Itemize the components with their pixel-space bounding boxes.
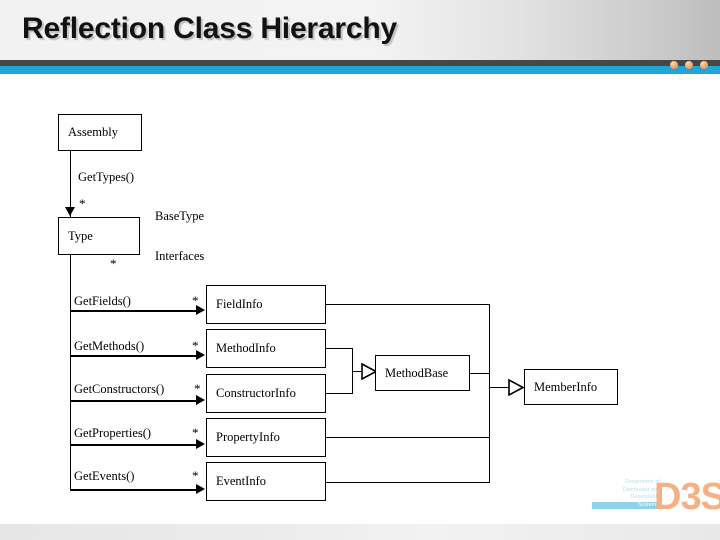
edge-getconstructors-line xyxy=(70,400,199,402)
class-node-methodinfo[interactable]: MethodInfo xyxy=(206,329,326,368)
multiplicity-type: * xyxy=(79,196,86,211)
multiplicity-methodinfo: * xyxy=(192,338,199,353)
d3s-logo: Department of Distributed and Dependable… xyxy=(592,476,720,521)
edge-label-getevents: GetEvents() xyxy=(74,469,135,483)
class-node-label: Type xyxy=(68,228,93,243)
class-node-label: PropertyInfo xyxy=(216,430,280,444)
slide: Reflection Class Hierarchy GetTypes() * … xyxy=(0,0,720,540)
class-node-label: MethodInfo xyxy=(216,341,276,355)
class-node-eventinfo[interactable]: EventInfo xyxy=(206,462,326,501)
edge-label-basetype: BaseType xyxy=(155,209,205,223)
gen-eventinfo-line xyxy=(326,482,490,483)
gen-fieldinfo-line xyxy=(326,304,490,305)
class-node-assembly[interactable]: Assembly xyxy=(58,114,142,151)
class-node-type[interactable]: Type xyxy=(58,217,140,255)
d3s-logo-mark: D3S xyxy=(654,476,720,518)
multiplicity-propertyinfo: * xyxy=(192,425,199,440)
class-node-label: MethodBase xyxy=(385,365,449,380)
class-node-label: FieldInfo xyxy=(216,297,263,311)
gen-memberinfo-lead-line xyxy=(489,387,510,388)
multiplicity-fieldinfo: * xyxy=(192,293,199,308)
edge-label-getmethods: GetMethods() xyxy=(74,339,145,353)
multiplicity-type-out: * xyxy=(110,256,117,271)
edge-getevents-arrowhead-icon xyxy=(196,484,205,494)
multiplicity-eventinfo: * xyxy=(192,468,199,483)
gen-methodinfo-stub-line xyxy=(326,348,353,349)
gen-constructorinfo-stub-line xyxy=(326,393,353,394)
class-node-constructorinfo[interactable]: ConstructorInfo xyxy=(206,374,326,413)
generalization-triangle-memberinfo-icon xyxy=(508,379,524,396)
multiplicity-constructorinfo: * xyxy=(194,381,201,396)
edge-getevents-line xyxy=(70,489,199,491)
class-node-label: Assembly xyxy=(68,125,118,139)
class-node-fieldinfo[interactable]: FieldInfo xyxy=(206,285,326,324)
edge-label-gettypes: GetTypes() xyxy=(78,170,135,184)
edge-getmethods-line xyxy=(70,355,199,357)
footer-band xyxy=(0,524,720,540)
type-member-trunk-line xyxy=(70,255,71,490)
class-node-memberinfo[interactable]: MemberInfo xyxy=(524,369,618,405)
edge-label-getproperties: GetProperties() xyxy=(74,426,152,440)
class-node-label: MemberInfo xyxy=(534,379,598,394)
class-node-label: ConstructorInfo xyxy=(216,386,296,400)
class-node-methodbase[interactable]: MethodBase xyxy=(375,355,470,391)
edge-assembly-type-arrowhead-icon xyxy=(65,207,75,216)
edge-label-interfaces: Interfaces xyxy=(155,249,205,263)
d3s-logo-text: Department of Distributed and Dependable… xyxy=(592,479,660,510)
gen-propertyinfo-line xyxy=(326,437,490,438)
edge-label-getconstructors: GetConstructors() xyxy=(74,382,165,396)
class-hierarchy-diagram: GetTypes() * * BaseType Interfaces GetFi… xyxy=(0,0,720,540)
edge-getfields-line xyxy=(70,310,199,312)
class-node-label: EventInfo xyxy=(216,474,266,488)
edge-getproperties-line xyxy=(70,444,199,446)
gen-methodbase-out-line xyxy=(470,373,490,374)
class-node-propertyinfo[interactable]: PropertyInfo xyxy=(206,418,326,457)
edge-label-getfields: GetFields() xyxy=(74,294,131,308)
logo-line-4: Systems xyxy=(592,501,660,510)
gen-memberinfo-trunk-line xyxy=(489,304,490,482)
